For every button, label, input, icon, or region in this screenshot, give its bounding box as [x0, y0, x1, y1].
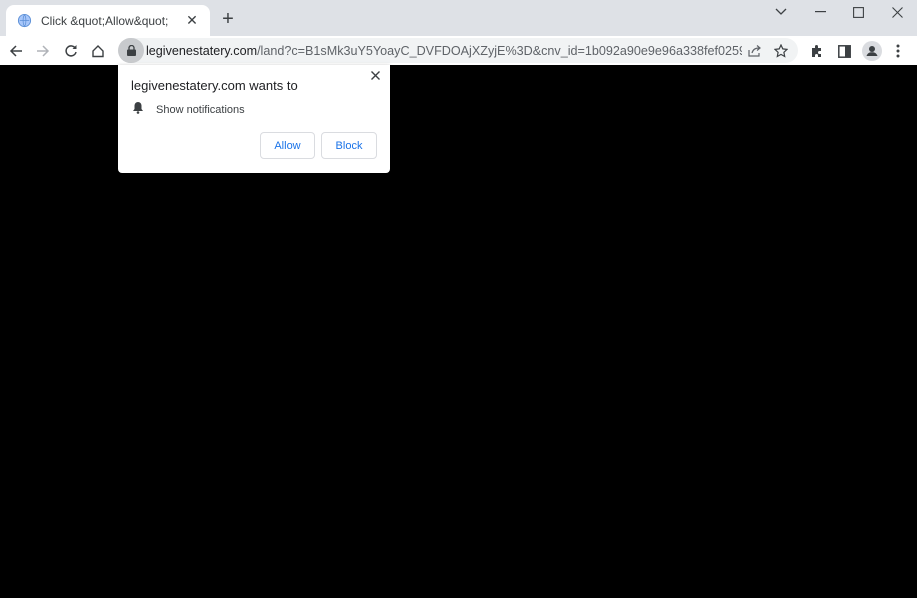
permission-row: Show notifications — [132, 101, 245, 119]
toolbar: legivenestatery.com/land?c=B1sMk3uY5Yoay… — [0, 36, 917, 65]
side-panel-icon[interactable] — [832, 39, 856, 63]
extensions-icon[interactable] — [805, 39, 829, 63]
reload-icon[interactable] — [59, 39, 83, 63]
permission-popup: legivenestatery.com wants to Show notifi… — [118, 65, 390, 173]
home-icon[interactable] — [86, 39, 110, 63]
star-icon[interactable] — [768, 38, 794, 63]
tab-close-icon[interactable]: ✕ — [184, 12, 200, 29]
new-tab-button[interactable]: + — [218, 9, 238, 29]
url-text[interactable]: legivenestatery.com/land?c=B1sMk3uY5Yoay… — [146, 44, 742, 58]
share-icon[interactable] — [742, 38, 768, 63]
popup-close-icon[interactable] — [368, 68, 382, 82]
allow-button[interactable]: Allow — [260, 132, 315, 159]
window-close-button[interactable] — [877, 0, 917, 24]
forward-arrow-icon[interactable] — [31, 39, 55, 63]
globe-icon — [16, 13, 32, 29]
popup-title: legivenestatery.com wants to — [131, 78, 298, 93]
bell-icon — [132, 101, 144, 119]
lock-icon[interactable] — [118, 38, 144, 63]
url-path: /land?c=B1sMk3uY5YoayC_DVFDOAjXZyjE%3D&c… — [257, 43, 742, 58]
block-button[interactable]: Block — [321, 132, 377, 159]
tab-search-chevron-icon[interactable] — [761, 0, 801, 24]
title-bar: Click &quot;Allow&quot; ✕ + — [0, 0, 917, 36]
profile-icon[interactable] — [860, 39, 884, 63]
tab-title: Click &quot;Allow&quot; — [41, 13, 169, 28]
minimize-button[interactable] — [800, 0, 840, 24]
back-arrow-icon[interactable] — [4, 39, 28, 63]
menu-icon[interactable] — [886, 39, 910, 63]
browser-tab[interactable]: Click &quot;Allow&quot; ✕ — [6, 5, 210, 36]
maximize-button[interactable] — [838, 0, 878, 24]
url-host: legivenestatery.com — [146, 43, 258, 58]
permission-label: Show notifications — [156, 104, 245, 116]
address-bar[interactable]: legivenestatery.com/land?c=B1sMk3uY5Yoay… — [118, 38, 798, 63]
